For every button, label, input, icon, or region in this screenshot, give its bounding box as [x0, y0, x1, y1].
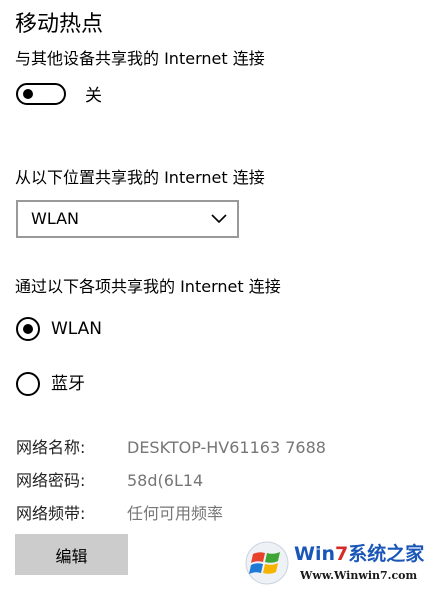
- share-from-selected-value: WLAN: [31, 209, 80, 228]
- share-from-dropdown[interactable]: WLAN: [16, 200, 239, 238]
- network-name-value: DESKTOP-HV61163 7688: [127, 438, 326, 457]
- share-over-label: 通过以下各项共享我的 Internet 连接: [15, 277, 281, 296]
- chevron-down-icon: [211, 214, 227, 224]
- watermark-brand-win: Win: [294, 543, 335, 565]
- radio-option-wlan[interactable]: WLAN: [16, 316, 216, 342]
- watermark-brand: Win7系统之家: [294, 542, 424, 566]
- network-password-key: 网络密码:: [16, 471, 86, 490]
- network-band-value: 任何可用频率: [127, 504, 224, 523]
- windows-flag-icon: [245, 541, 289, 585]
- network-band-key: 网络频带:: [16, 504, 86, 523]
- radio-button-bluetooth[interactable]: [16, 372, 40, 396]
- radio-button-wlan[interactable]: [16, 317, 40, 341]
- site-watermark: Win7系统之家 Www.Winwin7.com: [242, 538, 438, 588]
- toggle-knob: [23, 89, 33, 99]
- toggle-state-text: 关: [85, 86, 102, 106]
- edit-button[interactable]: 编辑: [15, 534, 128, 575]
- radio-label-bluetooth: 蓝牙: [51, 374, 85, 394]
- network-password-value: 58d(6L14: [127, 471, 204, 490]
- network-name-key: 网络名称:: [16, 438, 86, 457]
- share-toggle-label: 与其他设备共享我的 Internet 连接: [15, 49, 265, 68]
- page-title: 移动热点: [15, 12, 104, 37]
- watermark-url: Www.Winwin7.com: [300, 569, 418, 582]
- share-toggle-switch[interactable]: [16, 83, 66, 105]
- watermark-brand-7: 7: [335, 543, 349, 565]
- watermark-brand-cn: 系统之家: [348, 543, 425, 565]
- radio-label-wlan: WLAN: [51, 319, 103, 339]
- share-from-label: 从以下位置共享我的 Internet 连接: [15, 168, 265, 187]
- radio-option-bluetooth[interactable]: 蓝牙: [16, 371, 216, 397]
